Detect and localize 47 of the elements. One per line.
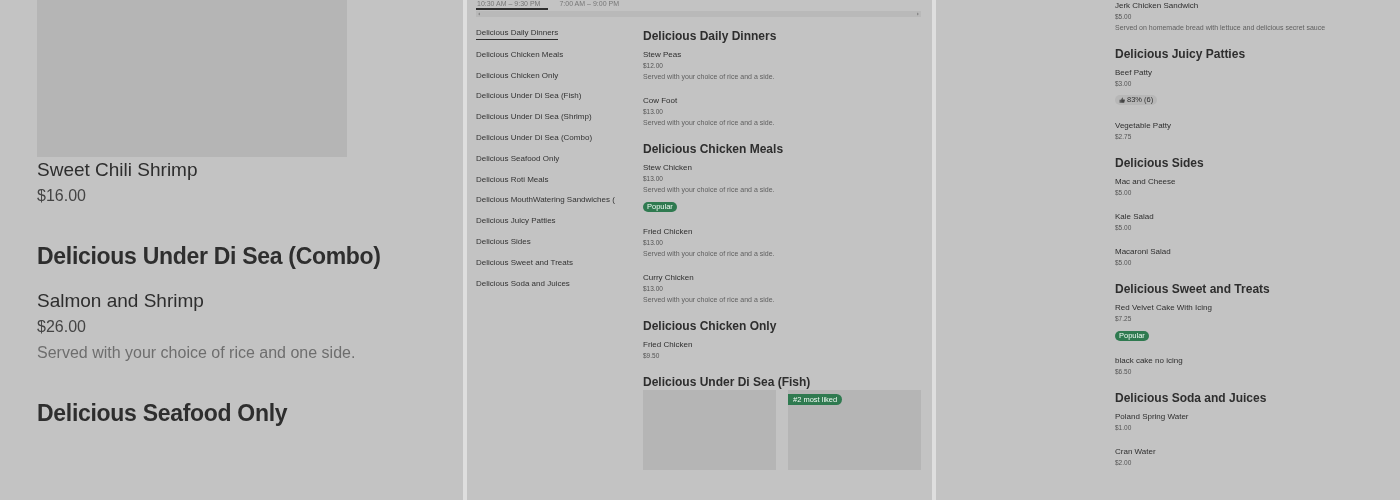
- section-heading: Delicious Sweet and Treats: [1115, 281, 1271, 297]
- image-placeholder[interactable]: [788, 390, 921, 470]
- item-name[interactable]: Cow Foot: [643, 95, 922, 106]
- item-name[interactable]: Salmon and Shrimp: [37, 288, 381, 314]
- section-heading: Delicious Juicy Patties: [1115, 46, 1247, 62]
- item-name[interactable]: Macaroni Salad: [1115, 246, 1326, 257]
- item-name[interactable]: Vegetable Patty: [1115, 120, 1326, 131]
- item-name[interactable]: Stew Chicken: [643, 162, 922, 173]
- section-heading: Delicious Daily Dinners: [643, 28, 778, 44]
- section-heading: Delicious Chicken Only: [643, 318, 778, 334]
- category-link[interactable]: Delicious Chicken Meals: [476, 44, 564, 66]
- item-name[interactable]: Stew Peas: [643, 49, 922, 60]
- item-name[interactable]: Beef Patty: [1115, 67, 1326, 78]
- item-name[interactable]: Curry Chicken: [643, 272, 922, 283]
- section-heading: Delicious Under Di Sea (Fish): [643, 374, 812, 390]
- category-link[interactable]: Delicious Juicy Patties: [476, 211, 556, 232]
- section-heading: Delicious Under Di Sea (Combo): [37, 242, 381, 271]
- category-link[interactable]: Delicious Seafood Only: [476, 148, 560, 170]
- section-heading: Delicious Chicken Meals: [643, 141, 785, 157]
- item-name[interactable]: Kale Salad: [1115, 211, 1326, 222]
- item-name[interactable]: Red Velvet Cake With Icing: [1115, 302, 1326, 313]
- category-link[interactable]: Delicious Under Di Sea (Fish): [476, 86, 582, 108]
- item-name[interactable]: Fried Chicken: [643, 226, 922, 237]
- category-link[interactable]: Delicious MouthWatering Sandwiches (: [476, 190, 615, 212]
- item-price: $16.00: [37, 186, 87, 206]
- item-name[interactable]: Poland Spring Water: [1115, 411, 1326, 422]
- item-description: Served with your choice of rice and one side.: [37, 343, 357, 363]
- category-link[interactable]: Delicious Sides: [476, 231, 531, 253]
- category-link[interactable]: Delicious Roti Meals: [476, 169, 549, 191]
- category-link[interactable]: Delicious Daily Dinners: [476, 27, 559, 40]
- category-link[interactable]: Delicious Under Di Sea (Shrimp): [476, 107, 592, 128]
- item-price: $26.00: [37, 317, 87, 337]
- category-link[interactable]: Delicious Chicken Only: [476, 65, 559, 87]
- section-heading: Delicious Seafood Only: [37, 399, 289, 428]
- item-name[interactable]: Jerk Chicken Sandwich: [1115, 0, 1326, 11]
- horizontal-scrollbar[interactable]: [476, 11, 921, 17]
- section-heading: Delicious Soda and Juices: [1115, 390, 1268, 406]
- category-link[interactable]: Delicious Soda and Juices: [476, 273, 570, 295]
- item-name[interactable]: Cran Water: [1115, 446, 1326, 457]
- category-link[interactable]: Delicious Under Di Sea (Combo): [476, 128, 593, 149]
- thumbs-up-icon: [1119, 97, 1125, 103]
- item-name[interactable]: black cake no icing: [1115, 355, 1326, 366]
- item-name[interactable]: Fried Chicken: [643, 339, 922, 350]
- item-name[interactable]: Mac and Cheese: [1115, 176, 1326, 187]
- section-heading: Delicious Sides: [1115, 155, 1205, 171]
- category-link[interactable]: Delicious Sweet and Treats: [476, 252, 573, 274]
- item-name[interactable]: Sweet Chili Shrimp: [37, 157, 381, 183]
